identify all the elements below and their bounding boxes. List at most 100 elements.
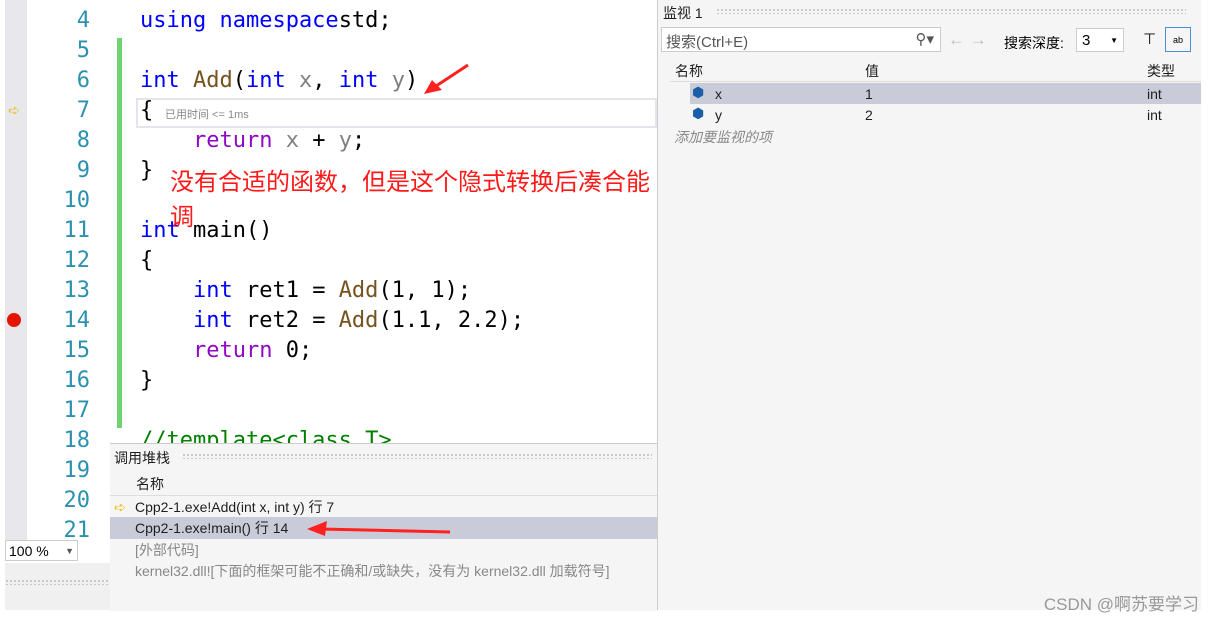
line-number: 12 [63,248,91,273]
line-number: 16 [63,368,91,393]
code-line[interactable]: using namespacestd; [140,8,392,33]
watch-name: x [715,86,722,102]
filter-pin-icon[interactable]: ⊤ [1143,30,1156,48]
watch-row[interactable]: ⬢ y 2 int [690,104,1201,125]
code-token: + [298,128,339,153]
drag-grip[interactable] [716,8,1186,14]
code-token: } [140,368,154,393]
frame-label: kernel32.dll![下面的框架可能不正确和/或缺失，没有为 kernel… [135,563,610,579]
column-type[interactable]: 类型 [1147,61,1175,81]
stack-frame[interactable]: ➪ Cpp2-1.exe!Add(int x, int y) 行 7 [110,495,657,517]
watch-type: int [1147,107,1162,123]
code-token: Add [192,68,233,93]
search-depth-label: 搜索深度: [1004,35,1064,51]
code-line[interactable]: } [140,368,153,393]
drag-grip[interactable] [182,453,652,459]
code-token: (1.1, 2.2); [378,308,525,333]
column-name[interactable]: 名称 [136,474,164,494]
code-token: int [192,308,246,333]
code-token: return [192,338,286,363]
column-value[interactable]: 值 [865,61,879,81]
zoom-value: 100 % [9,543,49,559]
line-number: 20 [63,488,91,513]
add-watch-item[interactable]: 添加要监视的项 [674,127,772,147]
code-line[interactable]: int ret1 = Add(1, 1); [140,278,471,303]
line-number: 13 [63,278,91,303]
code-token: ) [404,68,419,93]
column-name[interactable]: 名称 [675,61,703,81]
code-token: x [285,128,299,153]
watch-value[interactable]: 2 [865,107,873,123]
code-token: ret2 = [245,308,339,333]
line-number: 4 [76,8,90,33]
breakpoint-icon[interactable] [7,313,21,327]
watch-panel: 监视 1 搜索(Ctrl+E) ⚲▾ ← → 搜索深度: 3 ▼ ⊤ ab 名称 值… [657,0,1201,610]
code-line[interactable]: int ret2 = Add(1.1, 2.2); [140,308,524,333]
change-bar [117,38,122,428]
call-stack-title: 调用堆栈 [114,450,170,466]
code-token: using namespace [140,8,339,33]
watermark: CSDN @啊苏要学习 [1043,595,1199,614]
code-token: (1, 1); [378,278,472,303]
zoom-dropdown[interactable]: 100 % ▼ [5,540,78,561]
code-line[interactable]: { [140,98,153,123]
line-number: 5 [76,38,90,63]
code-token: { [140,98,154,123]
code-token: int [192,278,246,303]
annotation-arrow-icon [424,63,469,94]
code-token: Add [338,308,379,333]
line-number: 7 [76,98,90,123]
line-number: 8 [76,128,90,153]
code-line[interactable]: return x + y; [140,128,365,153]
watch-value[interactable]: 1 [865,86,873,102]
code-token: return [192,128,286,153]
current-frame-arrow-icon: ➪ [114,499,126,515]
code-token: ret1 = [245,278,339,303]
watch-search-input[interactable]: 搜索(Ctrl+E) ⚲▾ [661,27,941,52]
frame-label: [外部代码] [135,542,199,558]
code-token: x [298,68,313,93]
line-number: 11 [63,218,91,243]
code-line[interactable]: { [140,248,153,273]
code-token: ; [351,128,366,153]
code-line[interactable]: int Add(int x, int y) [140,68,418,93]
search-depth-dropdown[interactable]: 3 ▼ [1076,28,1124,52]
current-statement-arrow-icon: ➪ [8,102,20,118]
hex-display-icon[interactable]: ab [1165,27,1191,52]
perf-tip: 已用时间 <= 1ms [165,109,249,121]
indicator-margin[interactable] [5,0,27,540]
line-number: 21 [63,518,91,540]
code-token: int [338,68,392,93]
bottom-panel [5,563,110,610]
depth-value: 3 [1082,32,1091,49]
annotation-arrow-icon [307,521,451,536]
frame-label: Cpp2-1.exe!Add(int x, int y) 行 7 [135,499,335,515]
search-icon[interactable]: ⚲▾ [915,30,934,48]
line-number: 19 [63,458,91,483]
line-number: 14 [63,308,91,333]
code-token: y [338,128,352,153]
code-token: std; [338,8,392,33]
code-token: { [140,248,154,273]
watch-row[interactable]: ⬢ x 1 int [690,83,1201,104]
code-token: int [245,68,299,93]
frame-label: Cpp2-1.exe!main() 行 14 [135,520,289,536]
code-token: , [312,68,339,93]
search-placeholder: 搜索(Ctrl+E) [666,34,749,51]
line-number: 10 [63,188,91,213]
stack-frame[interactable]: [外部代码] [110,539,657,561]
back-arrow-icon[interactable]: ← → [948,30,987,50]
stack-frame[interactable]: kernel32.dll![下面的框架可能不正确和/或缺失，没有为 kernel… [110,560,657,582]
code-line[interactable]: } [140,158,153,183]
watch-title: 监视 1 [663,5,703,21]
variable-icon: ⬢ [692,105,705,121]
code-line[interactable]: return 0; [140,338,312,363]
line-number: 15 [63,338,91,363]
code-token: Add [338,278,379,303]
line-number: 18 [63,428,91,453]
code-token: int [140,68,193,93]
